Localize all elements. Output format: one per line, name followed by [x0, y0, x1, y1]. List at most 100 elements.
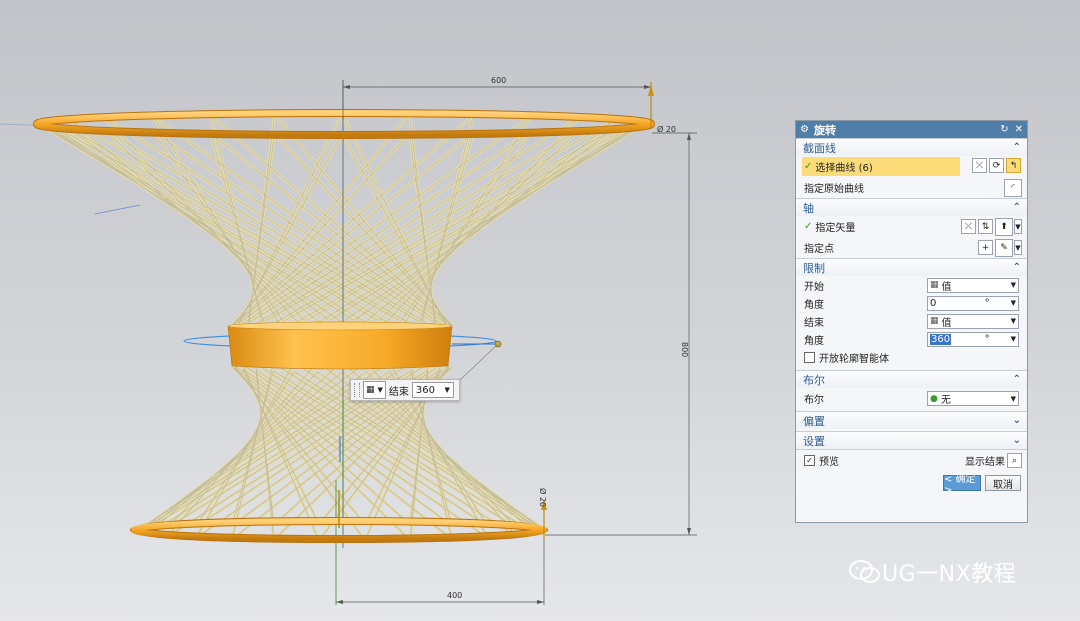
- graphics-viewport[interactable]: 600 Ø 20 800 Ø 20 400 ▦ ▼ 结束 360 ▼ ⚙ 旋转 …: [0, 0, 1080, 621]
- chevron-down-icon: ▼: [1010, 394, 1016, 403]
- specify-point-label: 指定点: [804, 244, 834, 255]
- magnifier-icon[interactable]: ⌕: [1007, 453, 1022, 468]
- end-row: 结束 ▦ 值 ▼: [796, 312, 1027, 330]
- end-type-select[interactable]: ▦ 值 ▼: [927, 313, 1019, 329]
- lattice-strut: [68, 119, 420, 322]
- dim-400-text: 400: [447, 591, 462, 600]
- middle-band-top: [227, 321, 453, 331]
- boolean-select[interactable]: ● 无 ▼: [927, 391, 1019, 406]
- floating-mini-toolbar: ▦ ▼ 结束 360 ▼: [350, 379, 460, 401]
- specify-original-curve-row[interactable]: 指定原始曲线 ◜: [796, 177, 1027, 198]
- section-curve-title: 截面线: [803, 141, 836, 155]
- chevron-down-icon: ▼: [1010, 299, 1016, 307]
- start-type-select[interactable]: ▦ 值 ▼: [927, 277, 1019, 293]
- open-profile-row[interactable]: 开放轮廓智能体: [796, 348, 1027, 366]
- end-angle-input[interactable]: 360 ° ▼: [927, 331, 1019, 347]
- chevron-down-icon: ▼: [1010, 335, 1016, 343]
- value-icon: ▦: [930, 316, 939, 326]
- start-angle-row: 角度 0 ° ▼: [796, 294, 1027, 312]
- preview-checkbox[interactable]: ✓: [804, 455, 815, 466]
- end-angle-unit: °: [984, 333, 990, 345]
- settings-header[interactable]: 设置 ⌄: [796, 432, 1027, 449]
- section-curve-header[interactable]: 截面线 ⌃: [796, 139, 1027, 156]
- dialog-titlebar: ⚙ 旋转 ↻ ✕: [796, 121, 1027, 138]
- original-curve-icon[interactable]: ◜: [1004, 178, 1022, 197]
- dim-top-tube-text: Ø 20: [657, 124, 676, 134]
- boolean-none-icon: ●: [930, 393, 938, 404]
- chevron-down-icon: ▼: [1010, 281, 1016, 289]
- ok-button[interactable]: < 确定 >: [943, 474, 981, 496]
- start-type-value: 值: [941, 281, 952, 293]
- dialog-title: 旋转: [813, 123, 836, 137]
- limits-group: 限制 ⌃ 开始 ▦ 值 ▼ 角度 0 ° ▼ 结束 ▦ 值 ▼ 角度 360 °…: [796, 258, 1027, 366]
- axis-header[interactable]: 轴 ⌃: [796, 199, 1027, 216]
- offset-header[interactable]: 偏置 ⌄: [796, 412, 1027, 429]
- boolean-header[interactable]: 布尔 ⌃: [796, 371, 1027, 388]
- lattice-strut: [284, 125, 638, 330]
- checkmark-icon: ✓: [804, 221, 813, 232]
- settings-title: 设置: [803, 434, 825, 448]
- dim-800-text: 800: [680, 342, 689, 357]
- chevron-up-icon: ⌃: [1012, 202, 1021, 213]
- lattice-strut: [284, 121, 638, 322]
- curve-rule-icon[interactable]: ⟳: [989, 158, 1004, 173]
- offset-title: 偏置: [803, 414, 825, 428]
- chevron-down-icon: ⌄: [1012, 435, 1021, 446]
- deselect-icon[interactable]: ⤫: [961, 219, 976, 234]
- settings-group: 设置 ⌄: [796, 431, 1027, 449]
- point-dropdown[interactable]: ▼: [1014, 240, 1022, 255]
- chevron-down-icon: ▼: [1010, 317, 1016, 325]
- specify-original-label: 指定原始曲线: [804, 184, 864, 195]
- select-curve-label: 选择曲线 (6): [815, 163, 873, 174]
- dim-600-text: 600: [491, 76, 506, 85]
- chevron-up-icon: ⌃: [1012, 142, 1021, 153]
- cancel-button[interactable]: 取消: [985, 475, 1021, 491]
- mini-end-value: 360: [415, 384, 435, 396]
- mini-end-input[interactable]: 360 ▼: [411, 382, 454, 398]
- select-curve-highlight[interactable]: ✓ 选择曲线 (6): [802, 157, 960, 176]
- reverse-direction-icon[interactable]: ⇅: [978, 219, 993, 234]
- specify-point-row[interactable]: 指定点 + ✎ ▼: [796, 237, 1027, 258]
- curve-select-icon[interactable]: ↰: [1006, 158, 1021, 173]
- preview-row: ✓ 预览 显示结果 ⌕: [796, 450, 1027, 471]
- axis-title: 轴: [803, 201, 814, 215]
- deselect-icon[interactable]: ⤫: [972, 158, 987, 173]
- value-icon: ▦: [930, 280, 939, 290]
- end-angle-value: 360: [930, 333, 952, 345]
- specify-vector-label: 指定矢量: [815, 223, 856, 234]
- boolean-group: 布尔 ⌃ 布尔 ● 无 ▼: [796, 370, 1027, 409]
- reset-icon[interactable]: ↻: [1000, 124, 1008, 135]
- end-angle-row: 角度 360 ° ▼: [796, 330, 1027, 348]
- value-icon: ▦: [366, 385, 375, 395]
- specify-vector-row[interactable]: ✓ 指定矢量 ⤫ ⇅ ⬆ ▼: [796, 216, 1027, 237]
- lattice-strut: [46, 125, 400, 330]
- chevron-down-icon: ⌄: [1012, 415, 1021, 426]
- lattice-strut: [264, 119, 616, 322]
- toolbar-grip[interactable]: [354, 383, 360, 397]
- point-dialog-icon[interactable]: +: [978, 240, 993, 255]
- limits-title: 限制: [803, 261, 825, 275]
- point-icon[interactable]: ✎: [995, 238, 1013, 257]
- checkmark-icon: ✓: [804, 161, 813, 172]
- end-type-value: 值: [941, 317, 952, 329]
- open-profile-checkbox[interactable]: [804, 351, 815, 363]
- limits-header[interactable]: 限制 ⌃: [796, 259, 1027, 276]
- vector-icon[interactable]: ⬆: [995, 217, 1013, 236]
- vector-dropdown[interactable]: ▼: [1014, 219, 1022, 234]
- wechat-icon: [849, 560, 880, 583]
- chevron-up-icon: ⌃: [1012, 374, 1021, 385]
- boolean-row: 布尔 ● 无 ▼: [796, 388, 1027, 409]
- select-curve-row[interactable]: ✓ 选择曲线 (6) ⤫ ⟳ ↰: [796, 156, 1027, 177]
- chevron-up-icon: ⌃: [1012, 262, 1021, 273]
- mini-end-label: 结束: [388, 386, 409, 398]
- limit-type-select[interactable]: ▦ ▼: [363, 381, 386, 399]
- open-profile-label: 开放轮廓智能体: [819, 353, 889, 365]
- start-angle-input[interactable]: 0 ° ▼: [927, 295, 1019, 311]
- dialog-buttons: < 确定 > 取消: [796, 471, 1027, 496]
- chevron-down-icon: ▼: [377, 386, 383, 394]
- offset-group: 偏置 ⌄: [796, 411, 1027, 429]
- leader-line: [459, 343, 499, 381]
- gear-icon: ⚙: [800, 124, 809, 135]
- close-icon[interactable]: ✕: [1015, 124, 1023, 135]
- boolean-value: 无: [940, 395, 951, 406]
